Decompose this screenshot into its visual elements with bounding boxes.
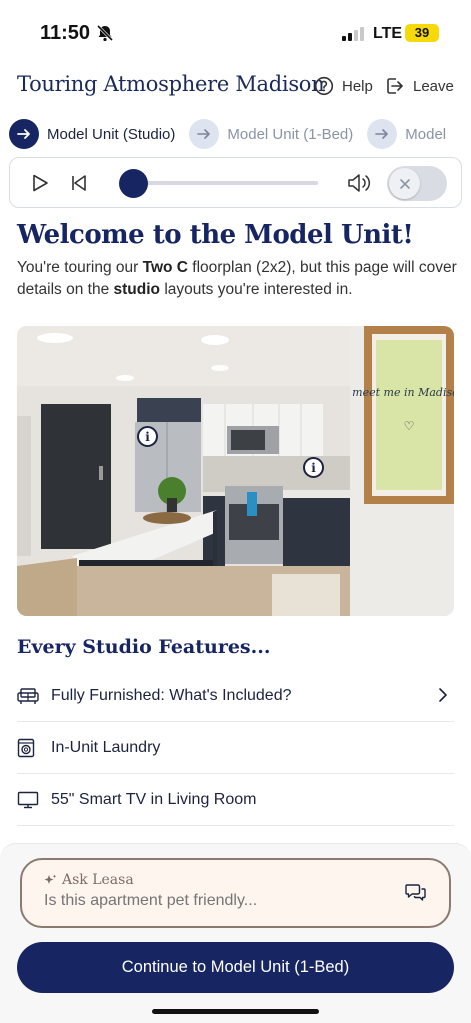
home-indicator <box>152 1009 319 1014</box>
info-icon[interactable]: i <box>137 426 158 447</box>
feature-smart-tv: 55" Smart TV in Living Room <box>17 774 454 826</box>
step-model-next[interactable]: Model <box>367 119 446 149</box>
washer-icon <box>17 738 51 758</box>
model-unit-photo: meet me in Madison ♡ i i <box>17 326 454 616</box>
features-list: Fully Furnished: What's Included? In-Uni… <box>17 670 454 826</box>
leave-label: Leave <box>413 77 454 95</box>
chat-bubbles-icon[interactable] <box>405 882 427 902</box>
restart-icon[interactable] <box>70 173 88 193</box>
help-icon <box>314 76 334 96</box>
step-label: Model Unit (Studio) <box>47 125 176 143</box>
app-header: Touring Atmosphere Madison Help Leave <box>0 70 471 106</box>
ask-label: Ask Leasa <box>44 872 134 888</box>
status-bar: 11:50 LTE 39 <box>0 0 471 70</box>
network-label: LTE <box>373 25 403 42</box>
help-button[interactable]: Help <box>314 76 373 96</box>
ask-leasa-box[interactable]: Ask Leasa <box>20 858 451 928</box>
arrow-right-icon <box>9 119 39 149</box>
leave-button[interactable]: Leave <box>385 76 454 96</box>
status-time: 11:50 <box>40 22 91 44</box>
svg-text:♡: ♡ <box>404 419 415 433</box>
silent-bell-icon <box>96 24 114 42</box>
signal-icon <box>342 27 364 41</box>
step-model-unit-1bed[interactable]: Model Unit (1-Bed) <box>189 119 353 149</box>
caption-toggle[interactable] <box>387 166 447 201</box>
audio-player <box>9 157 462 208</box>
tv-icon <box>17 791 51 809</box>
volume-icon[interactable] <box>347 172 373 194</box>
ask-input[interactable] <box>44 892 384 910</box>
feature-label: Fully Furnished: What's Included? <box>51 686 292 704</box>
sign-text: meet me in Madison <box>352 386 454 399</box>
play-icon[interactable] <box>30 173 50 193</box>
help-label: Help <box>342 77 373 95</box>
feature-fully-furnished[interactable]: Fully Furnished: What's Included? <box>17 670 454 722</box>
feature-label: In-Unit Laundry <box>51 738 161 756</box>
welcome-title: Welcome to the Model Unit! <box>17 220 414 250</box>
sofa-icon <box>17 687 51 705</box>
continue-button[interactable]: Continue to Model Unit (1-Bed) <box>17 942 454 993</box>
progress-track[interactable] <box>135 181 318 185</box>
features-title: Every Studio Features... <box>17 636 271 658</box>
battery-indicator: 39 <box>405 24 439 42</box>
welcome-description: You're touring our Two C floorplan (2x2)… <box>17 259 457 298</box>
feature-label: 55" Smart TV in Living Room <box>51 790 257 808</box>
info-icon[interactable]: i <box>303 457 324 478</box>
step-label: Model <box>405 125 447 143</box>
step-model-unit-studio[interactable]: Model Unit (Studio) <box>9 119 175 149</box>
sparkle-icon <box>44 874 57 884</box>
arrow-right-icon <box>367 119 398 149</box>
feature-in-unit-laundry: In-Unit Laundry <box>17 722 454 774</box>
page-title: Touring Atmosphere Madison <box>17 72 325 96</box>
tour-steps: Model Unit (Studio) Model Unit (1-Bed) M… <box>9 118 471 150</box>
close-icon <box>389 168 420 199</box>
chevron-right-icon <box>439 688 447 702</box>
step-label: Model Unit (1-Bed) <box>227 125 354 143</box>
progress-handle[interactable] <box>119 169 148 198</box>
leave-icon <box>387 78 403 94</box>
arrow-right-icon <box>189 119 220 149</box>
